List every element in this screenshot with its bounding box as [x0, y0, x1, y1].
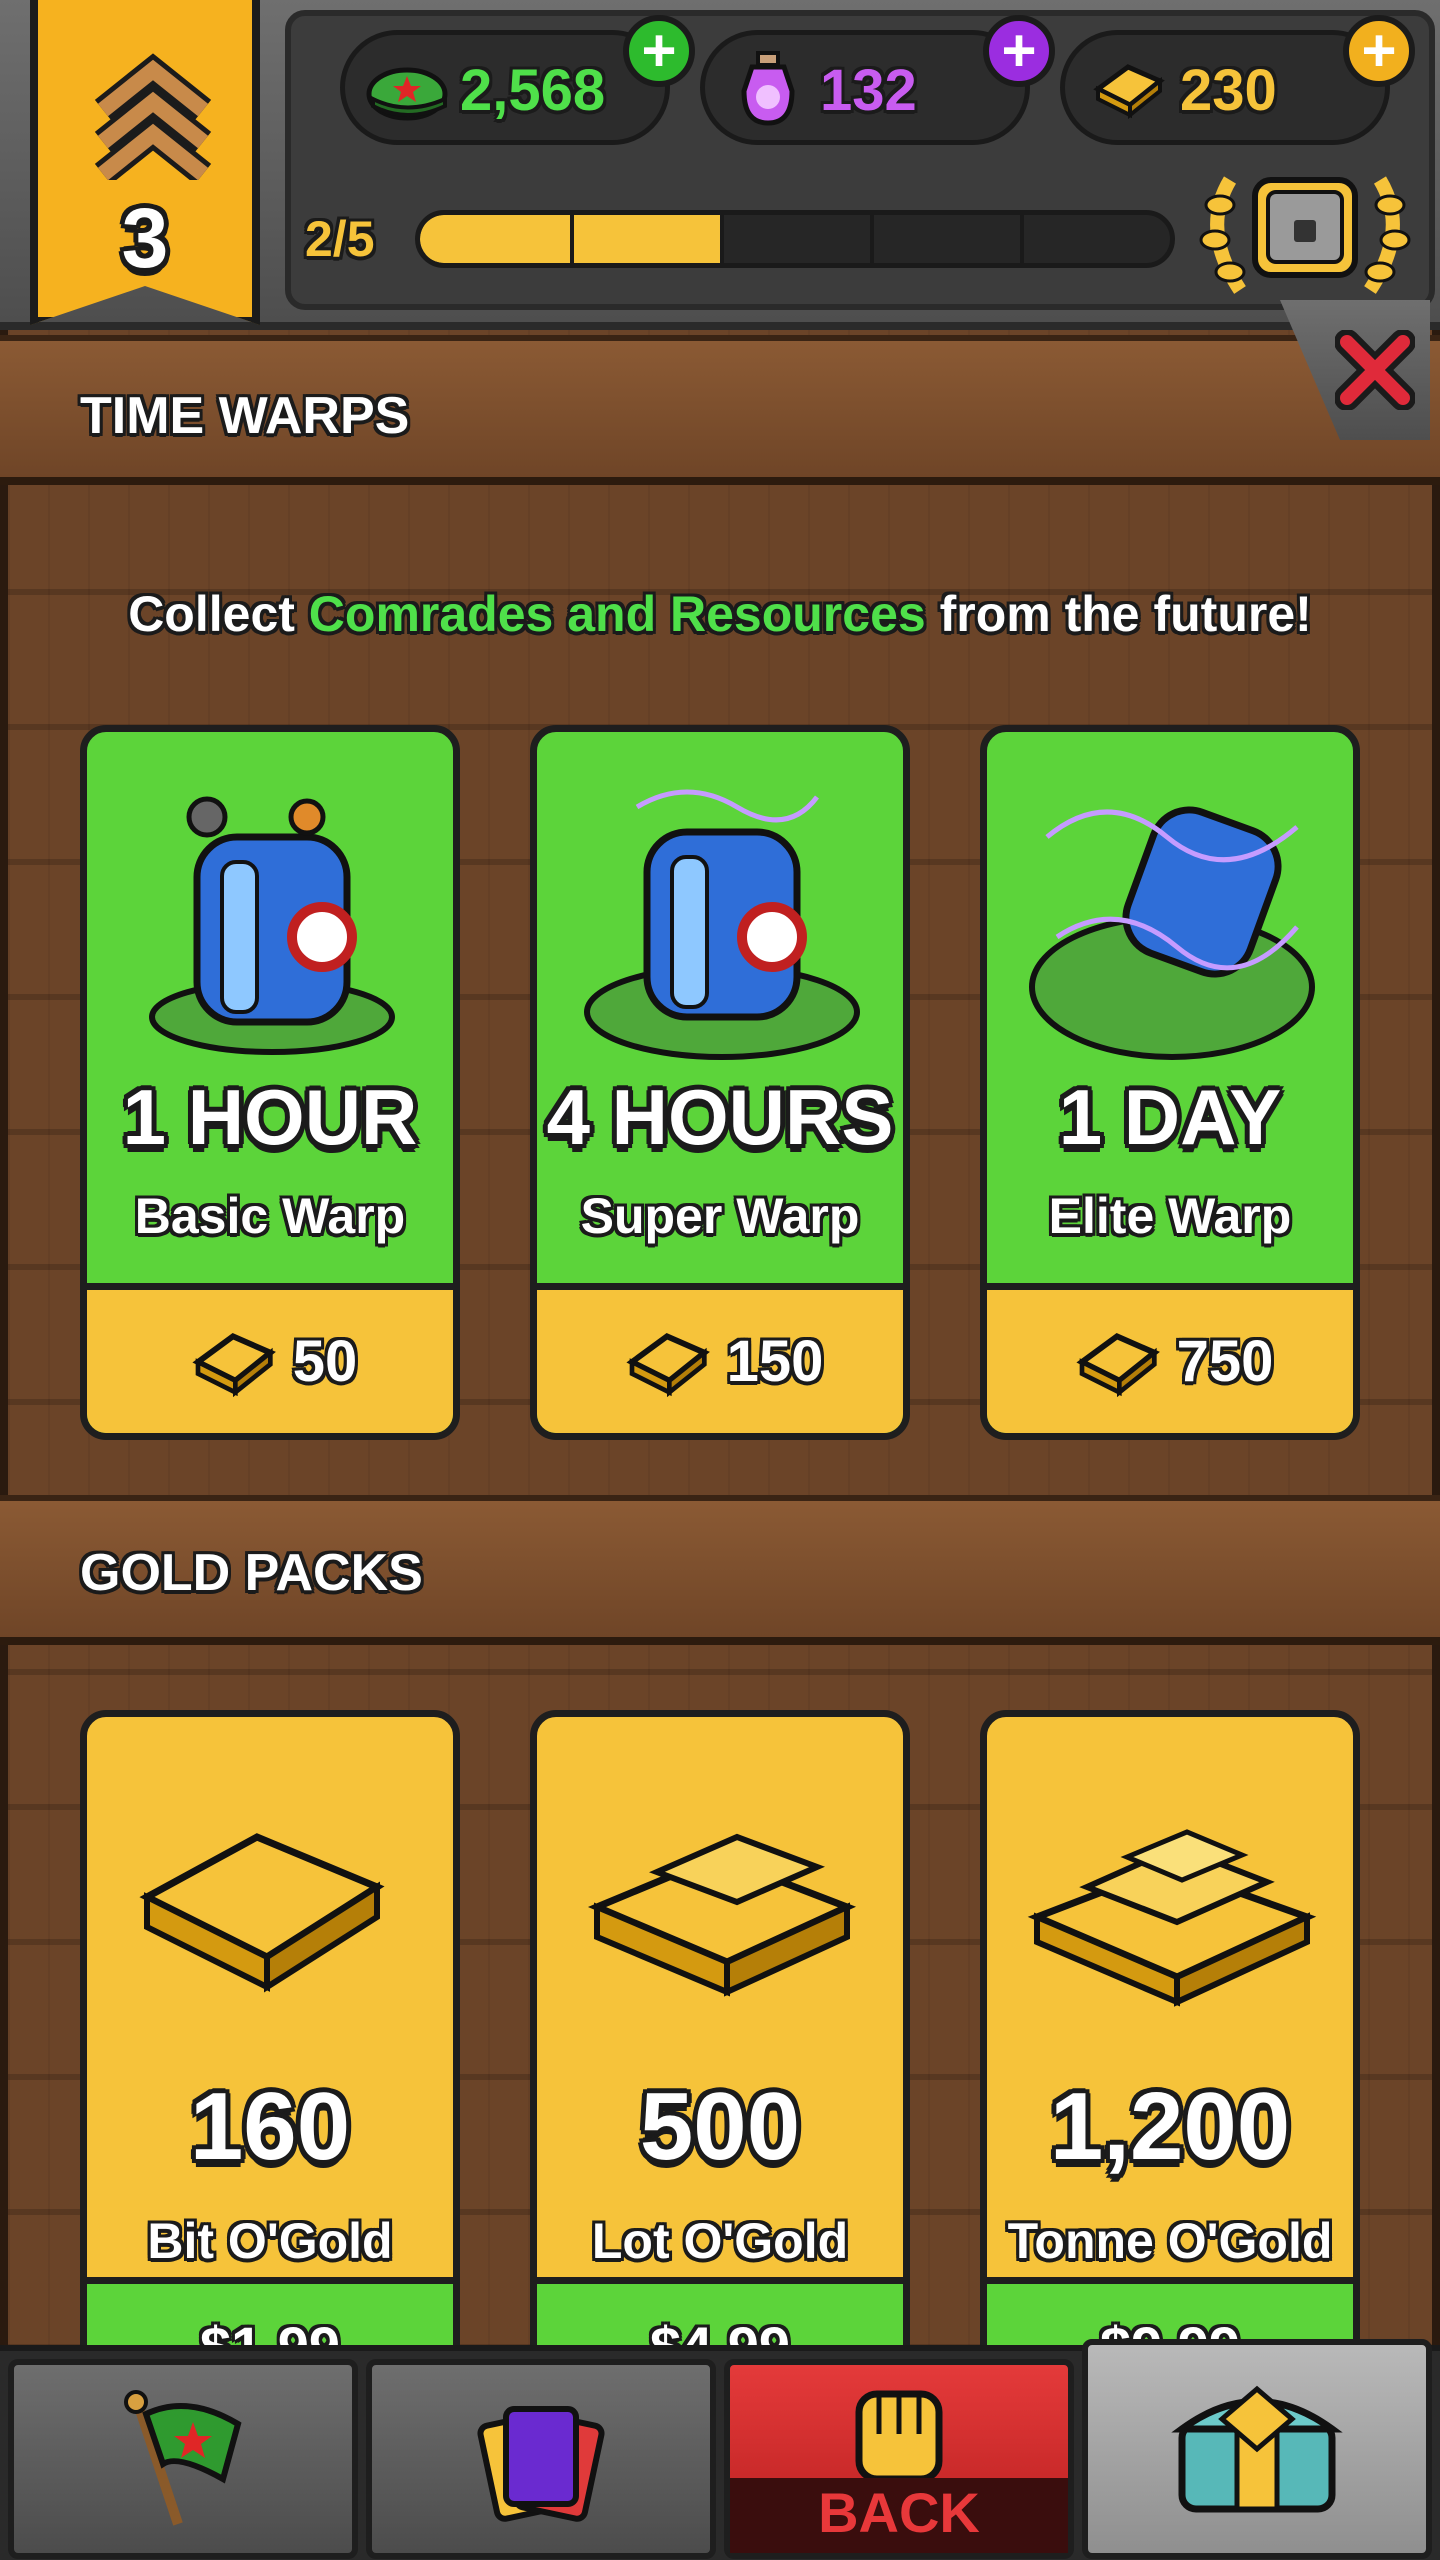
- warp-cost: 50: [292, 1329, 358, 1394]
- gold-bar-icon: [1085, 51, 1170, 126]
- warp-duration: 1 HOUR: [122, 1073, 418, 1161]
- gold-packs-header: GOLD PACKS: [0, 1495, 1440, 1645]
- elite-warp-machine-icon: [1029, 806, 1315, 1060]
- progress-segment-divider: [1020, 215, 1024, 263]
- currency-potion[interactable]: 132 +: [700, 15, 1055, 145]
- cash-value: 2,568: [460, 58, 606, 123]
- warp-cost-button[interactable]: 50: [87, 1283, 453, 1433]
- warp-cost: 750: [1176, 1329, 1274, 1394]
- warp-card-super[interactable]: 4 HOURS Super Warp 150: [530, 725, 910, 1440]
- warp-cost-button[interactable]: 750: [987, 1283, 1353, 1433]
- treasure-chest-icon: [1171, 2385, 1343, 2513]
- gold-bar-icon: [192, 1332, 276, 1397]
- add-potion-button[interactable]: +: [983, 15, 1055, 87]
- nav-shop-button[interactable]: [1082, 2339, 1432, 2559]
- gold-pack-card-small[interactable]: 160 Bit O'Gold $1.99: [80, 1710, 460, 2410]
- gold-pack-amount: 500: [639, 2073, 801, 2180]
- gold-pack-name: Bit O'Gold: [147, 2213, 393, 2269]
- warp-duration: 1 DAY: [1058, 1073, 1282, 1161]
- nav-cards-button[interactable]: [366, 2359, 716, 2559]
- warp-name: Super Warp: [580, 1188, 860, 1244]
- time-warps-title: TIME WARPS: [80, 387, 410, 445]
- bottom-nav: BACK: [0, 2339, 1440, 2560]
- gold-packs-title: GOLD PACKS: [80, 1544, 423, 1602]
- progress-segment-divider: [870, 215, 874, 263]
- gold-pack-amount: 1,200: [1049, 2073, 1291, 2180]
- cards-icon: [477, 2406, 605, 2522]
- gold-bars-small-icon: [139, 1833, 385, 1993]
- gold-pack-amount: 160: [189, 2073, 351, 2180]
- warp-duration: 4 HOURS: [546, 1073, 894, 1161]
- progress-segment-divider: [570, 215, 574, 263]
- rank-number: 3: [121, 191, 169, 285]
- basic-warp-machine-icon: [149, 796, 395, 1055]
- super-warp-machine-icon: [584, 789, 860, 1060]
- potion-jar-icon: [725, 50, 810, 126]
- warp-name: Basic Warp: [134, 1188, 406, 1244]
- currency-gold[interactable]: 230 +: [1060, 15, 1415, 145]
- add-gold-button[interactable]: +: [1343, 15, 1415, 87]
- warp-name: Elite Warp: [1048, 1188, 1292, 1244]
- nav-campaign-button[interactable]: [8, 2359, 358, 2559]
- flag-icon: [124, 2390, 242, 2526]
- warp-cost-button[interactable]: 150: [537, 1283, 903, 1433]
- rank-progress-label: 2/5: [305, 211, 375, 267]
- tagline-pre: Collect: [128, 586, 309, 642]
- warp-card-elite[interactable]: 1 DAY Elite Warp 750: [980, 725, 1360, 1440]
- gold-pack-name: Tonne O'Gold: [1007, 2213, 1333, 2269]
- currency-cash[interactable]: 2,568 +: [340, 15, 695, 145]
- fist-icon: [855, 2390, 943, 2483]
- close-icon[interactable]: [1335, 330, 1415, 410]
- add-cash-button[interactable]: +: [623, 15, 695, 87]
- army-cap-icon: [365, 51, 450, 126]
- gold-pack-name: Lot O'Gold: [591, 2213, 849, 2269]
- potion-value: 132: [820, 58, 917, 123]
- locked-chest-icon[interactable]: [1190, 150, 1420, 310]
- gold-bar-icon: [626, 1332, 710, 1397]
- time-warps-header: TIME WARPS: [0, 335, 1440, 485]
- warp-card-basic[interactable]: 1 HOUR Basic Warp 50: [80, 725, 460, 1440]
- rank-banner[interactable]: 3: [30, 0, 260, 325]
- gold-bar-icon: [1076, 1332, 1160, 1397]
- gold-bars-large-icon: [1027, 1829, 1317, 2007]
- gold-bars-medium-icon: [587, 1833, 857, 1997]
- gold-value: 230: [1180, 58, 1277, 123]
- back-label: BACK: [818, 2481, 980, 2544]
- tagline-post: from the future!: [925, 586, 1312, 642]
- sergeant-chevrons-icon: [94, 53, 212, 180]
- progress-segment-divider: [720, 215, 724, 263]
- gold-pack-card-large[interactable]: 1,200 Tonne O'Gold $9.99: [980, 1710, 1360, 2410]
- rank-progress-bar: [415, 210, 1175, 268]
- warp-cost: 150: [726, 1329, 824, 1394]
- nav-back-button[interactable]: BACK: [724, 2359, 1074, 2559]
- tagline-highlight: Comrades and Resources: [308, 586, 926, 642]
- gold-pack-card-medium[interactable]: 500 Lot O'Gold $4.99: [530, 1710, 910, 2410]
- time-warps-tagline: Collect Comrades and Resources from the …: [0, 585, 1440, 643]
